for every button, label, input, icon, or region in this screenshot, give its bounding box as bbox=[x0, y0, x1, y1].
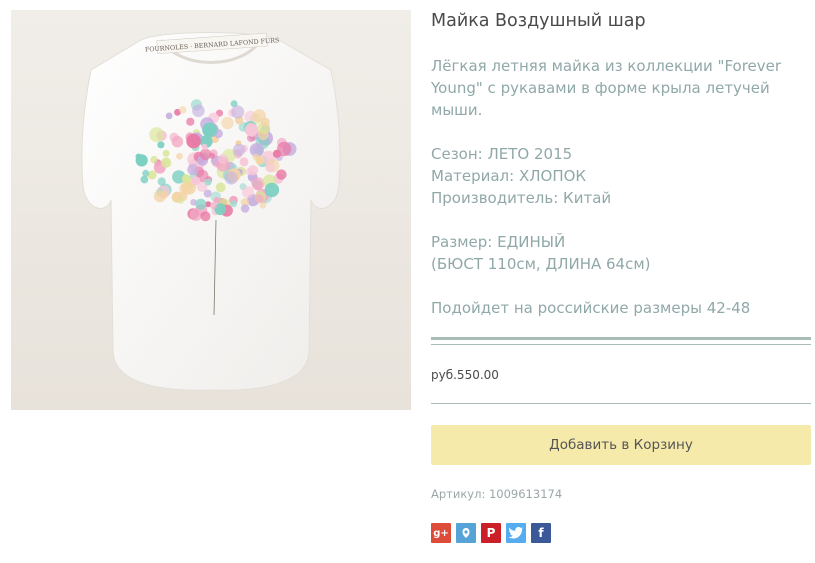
balloon-dot bbox=[224, 171, 238, 185]
balloon-dot bbox=[199, 148, 212, 160]
balloon-dot bbox=[245, 168, 253, 176]
balloon-dot bbox=[252, 153, 260, 161]
balloon-dot bbox=[272, 149, 282, 158]
product-title: Майка Воздушный шар bbox=[431, 11, 646, 31]
divider bbox=[431, 403, 811, 404]
balloon-dot bbox=[181, 174, 191, 184]
balloon-dot bbox=[149, 127, 165, 143]
manufacturer-text: Производитель: Китай bbox=[431, 189, 612, 207]
google-plus-icon[interactable]: g+ bbox=[431, 523, 451, 543]
tshirt-shape bbox=[81, 32, 341, 391]
balloon-dot bbox=[150, 155, 158, 164]
balloon-dot bbox=[252, 109, 266, 123]
product-description-block: Лёгкая летняя майка из коллекции "Foreve… bbox=[431, 55, 811, 319]
balloon-dot bbox=[201, 143, 208, 150]
add-to-cart-button[interactable]: Добавить в Корзину bbox=[431, 425, 811, 465]
balloon-dot bbox=[195, 198, 207, 210]
balloon-dot bbox=[186, 117, 195, 126]
balloon-dot bbox=[161, 157, 172, 168]
balloon-dot bbox=[157, 177, 166, 186]
twitter-icon[interactable] bbox=[506, 523, 526, 543]
size-details-text: (БЮСТ 110см, ДЛИНА 64см) bbox=[431, 255, 651, 273]
product-description: Лёгкая летняя майка из коллекции "Foreve… bbox=[431, 57, 782, 119]
balloon-dot bbox=[176, 152, 183, 160]
balloon-dot bbox=[265, 162, 276, 173]
balloon-dot bbox=[202, 122, 218, 138]
balloon-dot bbox=[192, 104, 205, 118]
balloon-dot bbox=[187, 164, 199, 176]
divider bbox=[431, 337, 811, 340]
balloon-dot bbox=[171, 135, 184, 148]
product-sku: Артикул: 1009613174 bbox=[431, 487, 563, 501]
balloon-dot bbox=[251, 177, 265, 191]
balloon-dot bbox=[135, 153, 142, 160]
balloon-dot bbox=[217, 154, 228, 164]
balloon-dot bbox=[254, 194, 264, 204]
balloon-dot bbox=[204, 178, 212, 186]
balloon-dot bbox=[240, 204, 250, 213]
balloon-dot bbox=[209, 202, 217, 210]
balloon-dot bbox=[200, 211, 211, 222]
balloon-dot bbox=[140, 175, 149, 184]
balloon-dot bbox=[165, 112, 173, 120]
balloon-dot bbox=[177, 197, 185, 204]
balloon-dot bbox=[215, 182, 226, 193]
balloon-dot bbox=[147, 170, 157, 180]
balloon-dot bbox=[178, 106, 187, 114]
livejournal-icon[interactable] bbox=[456, 523, 476, 543]
balloon-dot bbox=[189, 208, 203, 222]
balloon-dot bbox=[191, 176, 201, 186]
facebook-icon[interactable]: f bbox=[531, 523, 551, 543]
balloon-dot bbox=[142, 169, 150, 177]
balloon-dot bbox=[157, 141, 165, 149]
season-text: Сезон: ЛЕТО 2015 bbox=[431, 145, 573, 163]
balloon-dot bbox=[160, 190, 169, 199]
material-text: Материал: ХЛОПОК bbox=[431, 167, 587, 185]
balloon-dot bbox=[186, 133, 201, 149]
balloon-dot bbox=[162, 149, 170, 157]
product-image[interactable]: FOURNOLES · BERNARD LAFOND FURS bbox=[11, 10, 411, 410]
social-share-bar: g+ P f bbox=[431, 523, 551, 543]
balloon-dot bbox=[231, 105, 245, 119]
balloon-dot bbox=[239, 157, 249, 167]
balloon-dot bbox=[242, 186, 254, 199]
divider bbox=[431, 344, 811, 345]
pinterest-icon[interactable]: P bbox=[481, 523, 501, 543]
balloon-dot bbox=[221, 116, 234, 130]
balloon-dot bbox=[244, 123, 259, 137]
fits-sizes-text: Подойдет на российские размеры 42-48 bbox=[431, 299, 751, 317]
balloon-dot bbox=[230, 200, 238, 208]
size-text: Размер: ЕДИНЫЙ bbox=[431, 233, 566, 251]
balloon-dot bbox=[264, 182, 280, 198]
product-price: руб.550.00 bbox=[431, 368, 499, 382]
balloon-dot bbox=[276, 169, 287, 180]
balloon-dot bbox=[232, 143, 246, 157]
